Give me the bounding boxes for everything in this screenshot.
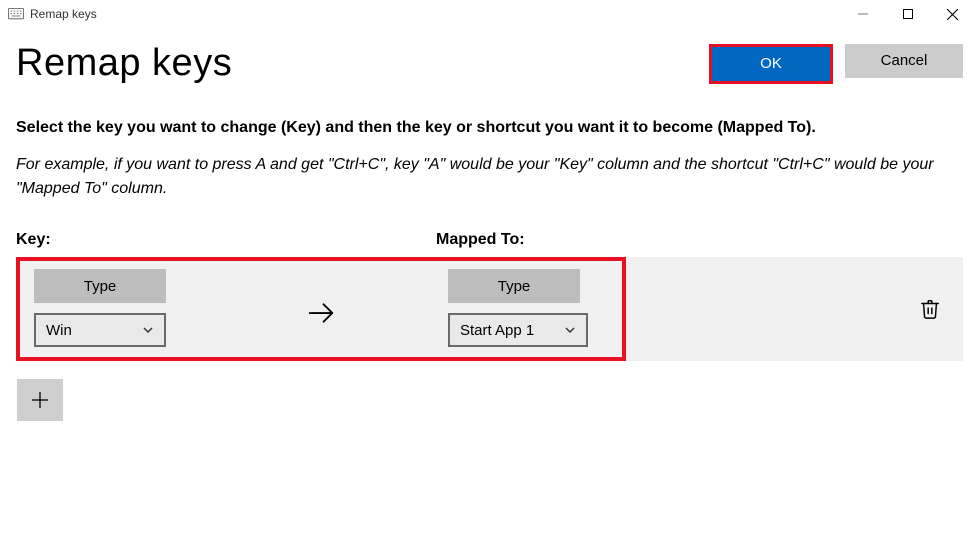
key-type-button[interactable]: Type [34, 269, 166, 303]
instructions-primary: Select the key you want to change (Key) … [16, 119, 963, 137]
maximize-button[interactable] [885, 0, 930, 28]
close-button[interactable] [930, 0, 975, 28]
mapped-column-label: Mapped To: [436, 231, 525, 249]
mapped-select-value: Start App 1 [460, 322, 558, 339]
ok-button[interactable]: OK [712, 47, 830, 81]
chevron-down-icon [564, 324, 576, 336]
arrow-icon [194, 288, 448, 328]
key-select-value: Win [46, 322, 136, 339]
window-title: Remap keys [30, 7, 97, 21]
ok-highlight: OK [709, 44, 833, 84]
titlebar: Remap keys [0, 0, 979, 28]
key-select[interactable]: Win [34, 313, 166, 347]
add-row-button[interactable] [17, 379, 63, 421]
app-icon [8, 8, 24, 20]
mapped-type-button[interactable]: Type [448, 269, 580, 303]
page-title: Remap keys [16, 42, 232, 85]
row-strip [626, 257, 963, 361]
key-column-label: Key: [16, 231, 436, 249]
cancel-button[interactable]: Cancel [845, 44, 963, 78]
minimize-button[interactable] [840, 0, 885, 28]
header-row: Remap keys OK Cancel [0, 28, 979, 85]
instructions-example: For example, if you want to press A and … [16, 153, 963, 201]
mapping-row: Type Win Type Start App 1 [16, 257, 626, 361]
delete-row-button[interactable] [919, 298, 941, 320]
chevron-down-icon [142, 324, 154, 336]
mapped-select[interactable]: Start App 1 [448, 313, 588, 347]
